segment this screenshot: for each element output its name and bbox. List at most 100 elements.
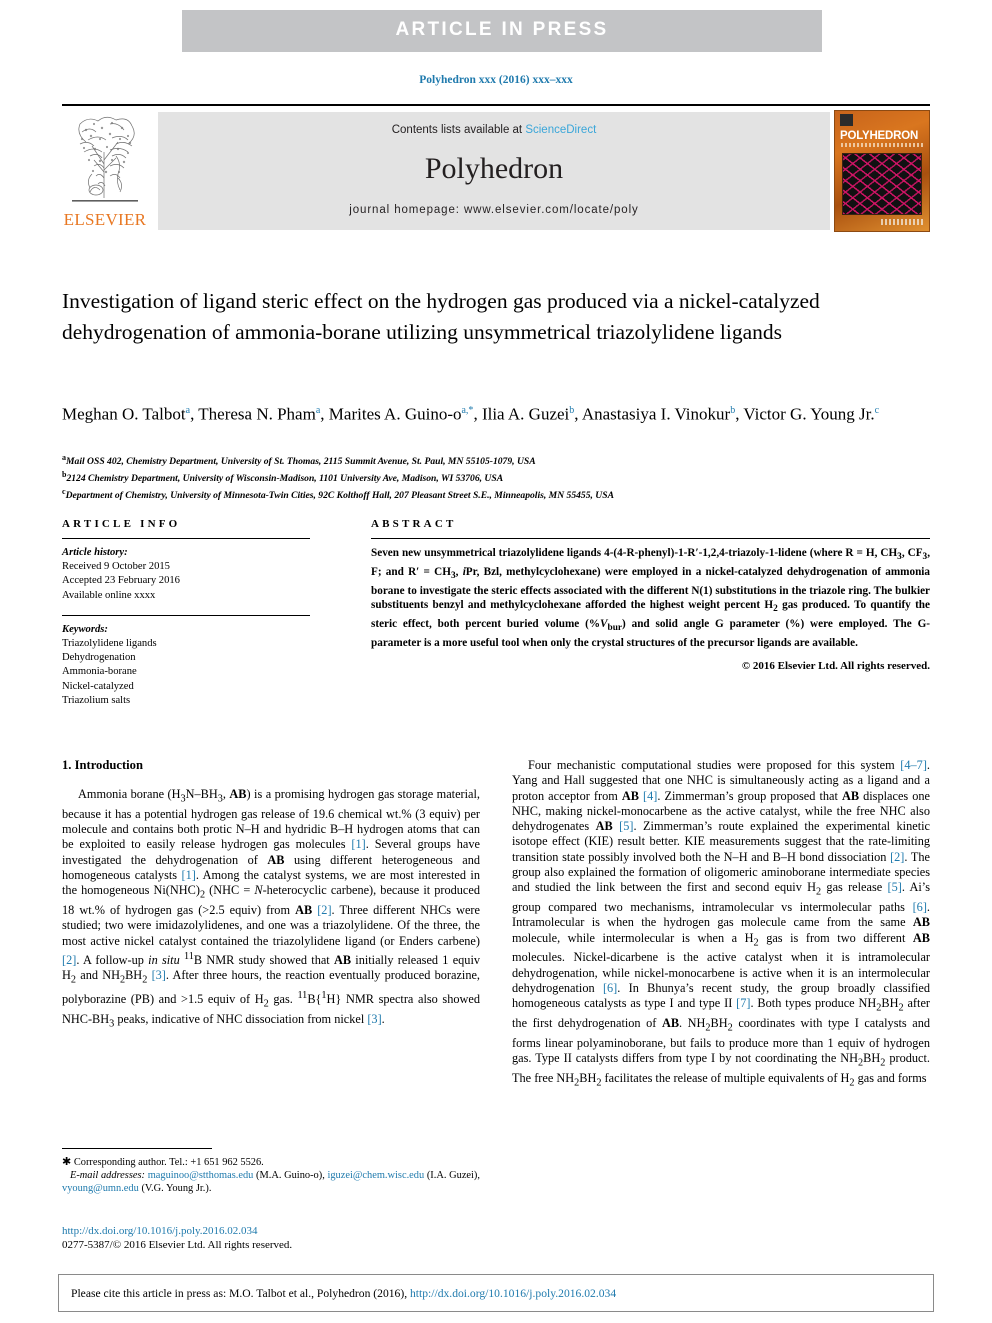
citation-link[interactable]: [2] <box>62 953 76 967</box>
citation-link[interactable]: [3] <box>367 1012 381 1026</box>
abstract-text: Seven new unsymmetrical triazolylidene l… <box>371 547 931 649</box>
doi-link[interactable]: http://dx.doi.org/10.1016/j.poly.2016.02… <box>62 1224 480 1238</box>
keyword-item: Nickel-catalyzed <box>62 680 134 692</box>
affiliation-text: Department of Chemistry, University of M… <box>65 489 614 501</box>
citation-link[interactable]: [4] <box>643 789 657 803</box>
footnote-divider <box>62 1148 212 1149</box>
introduction-heading: 1. Introduction <box>62 758 143 772</box>
author-affiliation-mark: a <box>185 405 191 416</box>
cite-this-article-text: Please cite this article in press as: M.… <box>71 1287 616 1300</box>
citation-link[interactable]: [5] <box>619 819 633 833</box>
author-affiliation-mark: b <box>569 405 575 416</box>
author-list: Meghan O. Talbota, Theresa N. Phama, Mar… <box>62 404 880 424</box>
cite-doi-link[interactable]: http://dx.doi.org/10.1016/j.poly.2016.02… <box>410 1287 616 1300</box>
journal-title: Polyhedron <box>424 152 564 185</box>
asterisk-icon: ✱ <box>62 1156 72 1168</box>
affiliation-text: 2124 Chemistry Department, University of… <box>66 472 504 484</box>
author-name: Ilia A. Guzei <box>481 404 570 424</box>
author-name: Marites A. Guino-o <box>328 404 462 424</box>
article-info-divider <box>62 538 310 539</box>
citation-link[interactable]: [2] <box>890 850 904 864</box>
email-owner: (M.A. Guino-o) <box>256 1170 323 1181</box>
introduction-paragraph-1: Ammonia borane (H3N–BH3, AB) is a promis… <box>62 787 481 1030</box>
citation-link[interactable]: [3] <box>152 968 166 982</box>
citation-link[interactable]: [1] <box>181 868 195 882</box>
keyword-item: Dehydrogenation <box>62 652 136 664</box>
cover-footer-lines <box>881 219 923 225</box>
citation-link[interactable]: [1] <box>351 837 365 851</box>
cover-crystal-structure-art <box>842 153 922 215</box>
keyword-item: Triazolylidene ligands <box>62 638 157 650</box>
author-affiliation-mark: a <box>315 405 321 416</box>
paper-page: ARTICLE IN PRESS Polyhedron xxx (2016) x… <box>0 0 992 1323</box>
history-item: Available online xxxx <box>62 589 156 601</box>
author-name: Meghan O. Talbot <box>62 404 186 424</box>
email-link[interactable]: maguinoo@stthomas.edu <box>148 1170 254 1181</box>
keyword-item: Ammonia-borane <box>62 666 137 678</box>
keywords-block: Keywords: Triazolylidene ligands Dehydro… <box>62 623 310 708</box>
citation-link[interactable]: [2] <box>317 903 331 917</box>
citation-link[interactable]: [5] <box>888 880 902 894</box>
affiliation-item: b2124 Chemistry Department, University o… <box>62 469 942 486</box>
email-link[interactable]: vyoung@umn.edu <box>62 1183 139 1194</box>
contents-available-line: Contents lists available at ScienceDirec… <box>158 124 830 136</box>
running-head: Polyhedron xxx (2016) xxx–xxx <box>419 74 573 86</box>
article-history-block: Article history: Received 9 October 2015… <box>62 546 310 603</box>
contents-prefix-text: Contents lists available at <box>391 124 526 136</box>
affiliation-text: Mail OSS 402, Chemistry Department, Univ… <box>66 456 536 468</box>
author-name: Victor G. Young Jr. <box>743 404 875 424</box>
affiliation-item: aMail OSS 402, Chemistry Department, Uni… <box>62 452 942 469</box>
citation-link[interactable]: [4–7] <box>900 758 927 772</box>
sciencedirect-link[interactable]: ScienceDirect <box>525 124 596 136</box>
journal-band: Contents lists available at ScienceDirec… <box>158 112 830 230</box>
body-column-right: Four mechanistic computational studies w… <box>512 758 930 1091</box>
history-item: Received 9 October 2015 <box>62 561 170 573</box>
abstract-copyright: © 2016 Elsevier Ltd. All rights reserved… <box>741 659 930 672</box>
abstract-section: ABSTRACT Seven new unsymmetrical triazol… <box>371 518 930 672</box>
abstract-divider <box>371 538 930 539</box>
journal-cover-thumbnail: POLYHEDRON <box>834 110 930 232</box>
keyword-item: Triazolium salts <box>62 694 131 706</box>
affiliation-item: cDepartment of Chemistry, University of … <box>62 486 942 503</box>
cite-this-article-box: Please cite this article in press as: M.… <box>58 1274 934 1312</box>
cover-title-text: POLYHEDRON <box>840 130 919 142</box>
article-in-press-banner: ARTICLE IN PRESS <box>182 10 822 52</box>
affiliation-list: aMail OSS 402, Chemistry Department, Uni… <box>62 452 942 502</box>
author-affiliation-mark: a,* <box>461 405 474 416</box>
footnote-block: ✱ Corresponding author. Tel.: +1 651 962… <box>62 1156 480 1195</box>
doi-block: http://dx.doi.org/10.1016/j.poly.2016.02… <box>62 1224 480 1252</box>
cite-prefix: Please cite this article in press as: M.… <box>71 1287 410 1300</box>
citation-link[interactable]: [7] <box>736 996 750 1010</box>
elsevier-wordmark: ELSEVIER <box>63 210 147 229</box>
author-affiliation-mark: c <box>874 405 880 416</box>
email-link[interactable]: iguzei@chem.wisc.edu <box>327 1170 424 1181</box>
email-owner: (V.G. Young Jr.) <box>141 1183 209 1194</box>
body-column-left: 1. Introduction Ammonia borane (H3N–BH3,… <box>62 758 480 1032</box>
journal-homepage[interactable]: journal homepage: www.elsevier.com/locat… <box>158 204 830 216</box>
email-addresses-note: E-mail addresses: maguinoo@stthomas.edu … <box>62 1170 481 1194</box>
elsevier-logo: ELSEVIER <box>62 110 148 232</box>
journal-masthead: ELSEVIER Contents lists available at Sci… <box>62 110 930 232</box>
author-name: Anastasiya I. Vinokur <box>581 404 731 424</box>
title-block: Investigation of ligand steric effect on… <box>62 286 862 348</box>
author-name: Theresa N. Pham <box>198 404 316 424</box>
email-owner: (I.A. Guzei) <box>426 1170 478 1181</box>
article-info-section: ARTICLE INFO Article history: Received 9… <box>62 518 310 708</box>
citation-link[interactable]: [6] <box>913 900 927 914</box>
introduction-paragraph-2: Four mechanistic computational studies w… <box>512 758 931 1089</box>
corresponding-author-note: ✱ Corresponding author. Tel.: +1 651 962… <box>62 1156 480 1169</box>
author-affiliation-mark: b <box>730 405 736 416</box>
history-item: Accepted 23 February 2016 <box>62 575 180 587</box>
elsevier-tree-icon <box>66 112 144 204</box>
tree-drawing-svg <box>72 116 138 202</box>
article-in-press-label: ARTICLE IN PRESS <box>395 19 609 40</box>
citation-link[interactable]: [6] <box>603 981 617 995</box>
page-title: Investigation of ligand steric effect on… <box>62 289 820 344</box>
abstract-heading: ABSTRACT <box>371 518 457 530</box>
article-history-label: Article history: <box>62 547 128 558</box>
article-info-heading: ARTICLE INFO <box>62 518 181 530</box>
cover-publisher-mark <box>840 114 853 126</box>
issn-copyright-line: 0277-5387/© 2016 Elsevier Ltd. All right… <box>62 1239 293 1251</box>
keywords-divider <box>62 614 310 616</box>
cover-subtitle-lines <box>841 143 925 147</box>
